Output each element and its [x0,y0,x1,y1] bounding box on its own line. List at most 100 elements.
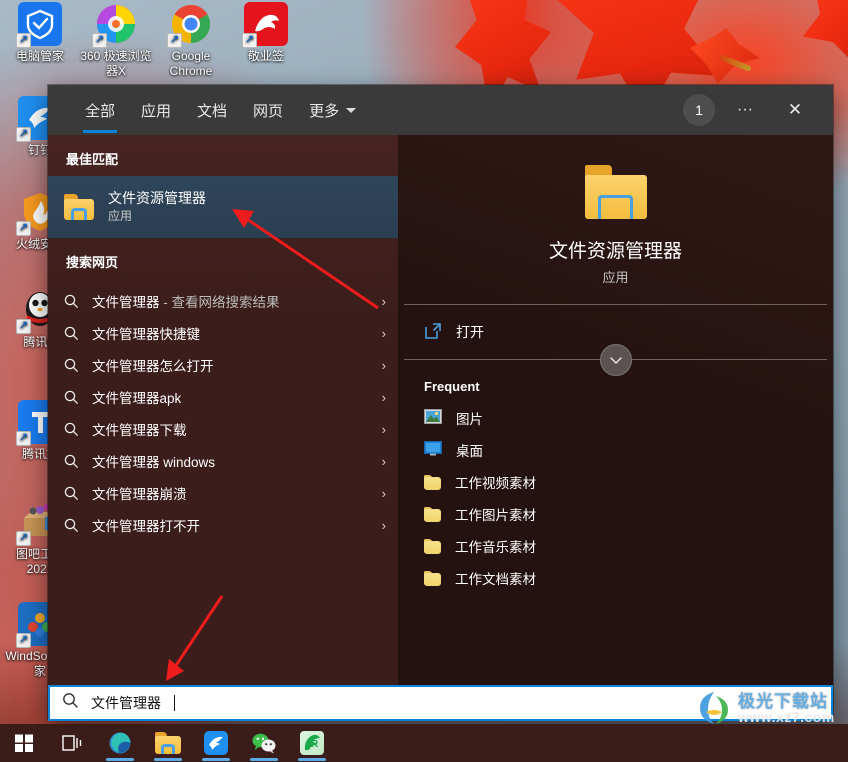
frequent-item-work-documents[interactable]: 工作文档素材 [398,562,833,594]
shortcut-overlay-icon [16,127,31,142]
taskbar-file-explorer-button[interactable] [144,724,192,762]
search-icon [64,454,92,469]
tab-web[interactable]: 网页 [240,85,296,135]
site-watermark: 极光下载站 www.xz7.com [694,684,844,732]
taskbar-active-indicator [202,758,230,761]
shortcut-overlay-icon [16,221,31,236]
more-options-button[interactable]: ··· [725,93,765,127]
taskbar-dingtalk-button[interactable] [192,724,240,762]
tab-label: 应用 [141,102,172,120]
search-icon [64,518,92,533]
search-icon [64,326,92,341]
best-match-text: 文件资源管理器 应用 [108,189,206,225]
best-match-result[interactable]: 文件资源管理器 应用 [48,176,398,238]
frequent-item-label: 工作图片素材 [455,508,536,523]
best-match-title: 文件资源管理器 [108,190,206,206]
frequent-item-label: 工作文档素材 [455,572,536,587]
note-icon [242,2,288,48]
shortcut-overlay-icon [16,531,31,546]
search-result-item[interactable]: 文件管理器 windows › [48,445,398,477]
watermark-site-name: 极光下载站 [738,691,828,711]
taskbar-wechat-button[interactable] [240,724,288,762]
folder-icon [424,570,441,586]
shortcut-overlay-icon [16,431,31,446]
search-result-item[interactable]: 文件管理器崩溃 › [48,477,398,509]
chevron-right-icon: › [381,453,386,469]
web-search-results: 文件管理器 - 查看网络搜索结果 › 文件管理器快捷键 › 文件管理器怎么打开 … [48,285,398,541]
expand-collapse-button[interactable] [599,344,632,376]
search-result-text: 文件管理器 windows [92,451,215,471]
frequent-item-work-music[interactable]: 工作音乐素材 [398,530,833,562]
watermark-text: 极光下载站 www.xz7.com [738,693,835,724]
preview-column: 文件资源管理器 应用 打开 Frequent 图片 桌面 工作视频素材 工作图片… [398,135,833,719]
preview-app-title: 文件资源管理器 [548,241,682,262]
result-main-text: 文件管理器apk [92,391,182,406]
frequent-item-pictures[interactable]: 图片 [398,402,833,434]
taskbar-start-button[interactable] [0,724,48,762]
search-result-item[interactable]: 文件管理器apk › [48,381,398,413]
windows-search-panel: 全部 应用 文档 网页 更多 1 ··· ✕ 最佳匹配 文件资源管理器 应用 搜… [48,85,833,719]
search-tabs: 全部 应用 文档 网页 更多 [48,85,369,135]
search-result-text: 文件管理器崩溃 [92,483,187,503]
search-icon [64,358,92,373]
search-result-text: 文件管理器 - 查看网络搜索结果 [92,291,280,311]
search-result-item[interactable]: 文件管理器打不开 › [48,509,398,541]
result-main-text: 文件管理器 windows [92,455,216,470]
pictures-icon [424,409,442,427]
edge-icon [109,732,131,754]
frequent-item-work-video[interactable]: 工作视频素材 [398,466,833,498]
frequent-item-desktop[interactable]: 桌面 [398,434,833,466]
tab-apps[interactable]: 应用 [128,85,184,135]
chevron-down-icon [609,357,622,365]
chevron-right-icon: › [381,357,386,373]
folder-icon [424,538,441,554]
tab-active-underline [83,130,118,133]
frequent-item-label: 工作音乐素材 [455,540,536,555]
close-button[interactable]: ✕ [775,93,815,127]
chrome-icon [167,2,213,48]
taskbar-task-view-button[interactable] [48,724,96,762]
folder-icon [155,732,181,754]
folder-icon [584,165,647,219]
search-result-item[interactable]: 文件管理器快捷键 › [48,317,398,349]
search-results-column: 最佳匹配 文件资源管理器 应用 搜索网页 文件管理器 - 查看网络搜索结果 › … [48,135,398,719]
app-preview-hero: 文件资源管理器 应用 [398,135,833,304]
close-icon: ✕ [787,100,803,119]
tab-all[interactable]: 全部 [72,85,128,135]
taskbar-edge-button[interactable] [96,724,144,762]
desktop-icon-chrome[interactable]: Google Chrome [153,2,229,79]
tab-documents[interactable]: 文档 [184,85,240,135]
collapse-wrap [398,344,833,376]
taskbar-active-indicator [298,758,326,761]
panel-body: 最佳匹配 文件资源管理器 应用 搜索网页 文件管理器 - 查看网络搜索结果 › … [48,135,833,719]
search-icon [64,486,92,501]
desktop-icon [424,441,442,459]
shortcut-overlay-icon [167,33,182,48]
avatar[interactable]: 1 [683,94,715,126]
leaf-decoration [788,0,848,78]
desktop-icon-360-browser[interactable]: 360 极速浏览器X [78,2,154,79]
tab-more[interactable]: 更多 [296,85,369,135]
dingtalk-icon [204,731,228,755]
desktop-icon-pc-manager[interactable]: 电脑管家 [2,2,78,64]
search-result-item[interactable]: 文件管理器 - 查看网络搜索结果 › [48,285,398,317]
search-result-text: 文件管理器apk [92,387,181,407]
result-suffix-text: - 查看网络搜索结果 [159,295,280,310]
search-result-text: 文件管理器怎么打开 [92,355,214,375]
open-external-icon [424,322,442,343]
search-input-value: 文件管理器 [91,695,161,711]
search-result-item[interactable]: 文件管理器怎么打开 › [48,349,398,381]
chevron-down-icon [346,107,357,113]
search-result-item[interactable]: 文件管理器下载 › [48,413,398,445]
search-icon [62,692,79,714]
search-icon [64,294,92,309]
result-main-text: 文件管理器打不开 [92,519,200,534]
desktop-icon-jingyeqian[interactable]: 敬业签 [228,2,304,64]
shortcut-overlay-icon [16,633,31,648]
taskbar-r-app-button[interactable]: R [288,724,336,762]
r-app-icon: R [300,731,324,755]
frequent-item-work-pictures[interactable]: 工作图片素材 [398,498,833,530]
shortcut-overlay-icon [16,319,31,334]
search-icon [64,390,92,405]
folder-icon [64,194,94,220]
